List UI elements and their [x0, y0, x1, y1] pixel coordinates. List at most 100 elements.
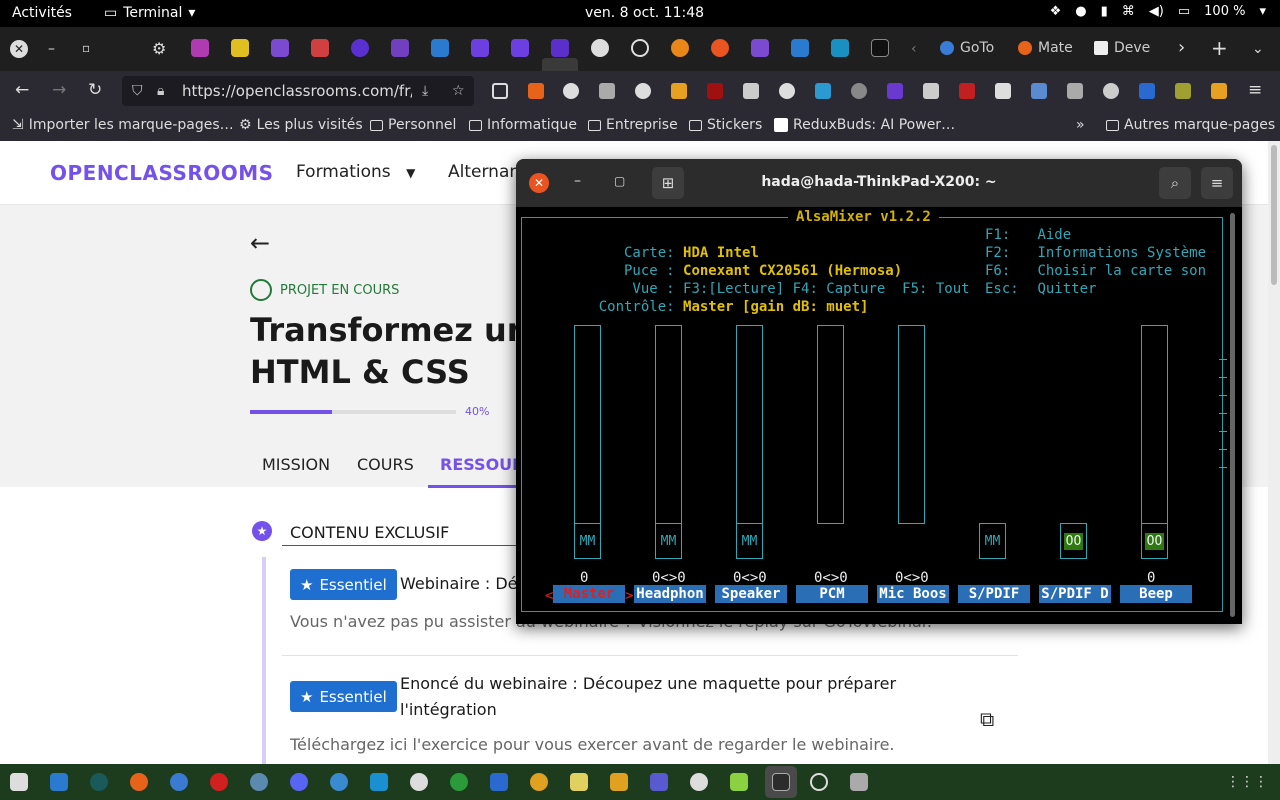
download-page-icon[interactable]: ⤓ — [422, 83, 428, 99]
bookmarks-overflow-icon[interactable]: » — [1076, 117, 1085, 133]
resource-title[interactable]: Enoncé du webinaire : Découpez une maque… — [400, 671, 896, 723]
discord-icon[interactable] — [290, 773, 308, 791]
bookmark-folder-stickers[interactable]: Stickers — [689, 117, 762, 133]
tab-ressources[interactable]: RESSOUR — [440, 455, 525, 474]
tab-mate[interactable]: Mate — [1018, 40, 1073, 56]
pinned-tab-icon[interactable] — [351, 39, 369, 57]
fader-pcm[interactable] — [817, 325, 844, 524]
files-icon[interactable] — [10, 773, 28, 791]
clock[interactable]: ven. 8 oct. 11:48 — [585, 5, 704, 21]
gear-icon[interactable]: ⚙ — [152, 39, 166, 58]
activities-button[interactable]: Activités — [12, 5, 72, 21]
pinned-tab-icon[interactable] — [751, 39, 769, 57]
extension-icon[interactable] — [1211, 83, 1227, 99]
pinned-tab-icon[interactable] — [311, 39, 329, 57]
pinned-tab-icon[interactable] — [271, 39, 289, 57]
app-icon[interactable] — [690, 773, 708, 791]
firefox-icon[interactable] — [130, 773, 148, 791]
ublock-icon[interactable] — [707, 83, 723, 99]
site-logo[interactable]: OPENCLASSROOMS — [50, 161, 274, 185]
tab-cours[interactable]: COURS — [357, 455, 414, 474]
url-bar[interactable]: ⛉ 🔒︎ https://openclassrooms.com/fr/p ⤓ ☆ — [122, 76, 474, 106]
vscode-icon[interactable] — [791, 39, 809, 57]
extension-icon[interactable] — [923, 83, 939, 99]
extension-icon[interactable] — [743, 83, 759, 99]
control-label-speaker[interactable]: Speaker — [715, 585, 787, 603]
print-icon[interactable] — [599, 83, 615, 99]
show-applications-icon[interactable]: ⋮⋮⋮ — [1226, 774, 1268, 790]
app-icon[interactable] — [810, 773, 828, 791]
extension-icon[interactable] — [1175, 83, 1191, 99]
globe-icon[interactable] — [631, 39, 649, 57]
forward-icon[interactable]: → — [52, 80, 66, 100]
bookmark-folder-personnel[interactable]: Personnel — [370, 117, 456, 133]
pinned-tab-icon[interactable] — [431, 39, 449, 57]
shield-icon[interactable]: ⛉ — [132, 83, 143, 99]
minimize-icon[interactable]: – — [48, 41, 55, 57]
extension-icon[interactable] — [1031, 83, 1047, 99]
nav-alternance[interactable]: Alternan — [448, 162, 520, 182]
pinned-tab-icon[interactable] — [191, 39, 209, 57]
extension-icon[interactable] — [995, 83, 1011, 99]
control-label-mic-boost[interactable]: Mic Boos — [877, 585, 949, 603]
control-label-pcm[interactable]: PCM — [796, 585, 868, 603]
extension-icon[interactable] — [959, 83, 975, 99]
back-arrow-icon[interactable]: ← — [250, 229, 270, 257]
app-icon[interactable] — [250, 773, 268, 791]
toggle-indicator[interactable]: OO — [1141, 523, 1168, 559]
battery-icon[interactable]: ▭ — [1178, 4, 1190, 19]
download-icon[interactable] — [528, 83, 544, 99]
chromium-icon[interactable] — [170, 773, 188, 791]
openclassrooms-tab-icon[interactable] — [551, 39, 569, 57]
gear-icon[interactable] — [1103, 83, 1119, 99]
tab-mission[interactable]: MISSION — [262, 455, 330, 474]
app-icon[interactable] — [330, 773, 348, 791]
tab-deve[interactable]: Deve — [1094, 40, 1150, 56]
control-label-headphone[interactable]: Headphon — [634, 585, 706, 603]
toggle-indicator[interactable]: OO — [1060, 523, 1087, 559]
control-label-spdif[interactable]: S/PDIF — [958, 585, 1030, 603]
mute-indicator[interactable]: MM — [979, 523, 1006, 559]
terminal-titlebar[interactable]: ✕ – ▢ ⊞ hada@hada-ThinkPad-X200: ~ ⌕ ≡ — [516, 159, 1242, 207]
close-icon[interactable]: ✕ — [10, 40, 28, 58]
scrollbar-thumb[interactable] — [1271, 145, 1277, 285]
back-icon[interactable]: ← — [15, 80, 29, 100]
bookmark-folder-entreprise[interactable]: Entreprise — [588, 117, 678, 133]
paint-icon[interactable]: ● — [1075, 4, 1086, 19]
extension-icon[interactable] — [635, 83, 651, 99]
app-icon[interactable] — [530, 773, 548, 791]
app-icon[interactable] — [650, 773, 668, 791]
extension-icon[interactable] — [671, 83, 687, 99]
reload-icon[interactable]: ↻ — [88, 80, 102, 100]
dropbox-icon[interactable]: ❖ — [1050, 4, 1062, 19]
fader-mic-boost[interactable] — [898, 325, 925, 524]
app-menu[interactable]: ▭ Terminal ▾ — [104, 5, 195, 21]
skype-icon[interactable] — [370, 773, 388, 791]
pinned-tab-icon[interactable] — [471, 39, 489, 57]
new-tab-icon[interactable]: + — [1211, 36, 1228, 60]
terminal-icon[interactable] — [772, 773, 790, 791]
mute-indicator[interactable]: MM — [574, 523, 601, 559]
extension-icon[interactable] — [1139, 83, 1155, 99]
extension-icon[interactable] — [563, 83, 579, 99]
github-icon[interactable] — [591, 39, 609, 57]
clipboard-icon[interactable]: ▮ — [1101, 4, 1108, 19]
page-scrollbar[interactable] — [1268, 141, 1280, 764]
cloud-icon[interactable] — [851, 83, 867, 99]
bookmark-most-visited[interactable]: ⚙ Les plus visités — [239, 117, 363, 133]
app-icon[interactable] — [90, 773, 108, 791]
wordpress-icon[interactable] — [779, 83, 795, 99]
app-icon[interactable] — [610, 773, 628, 791]
nav-formations[interactable]: Formations ▼ — [296, 162, 415, 182]
pinned-tab-icon[interactable] — [871, 39, 889, 57]
scrollbar-thumb[interactable] — [1230, 213, 1235, 617]
lock-icon[interactable]: 🔒︎ — [157, 83, 164, 99]
terminal-scrollbar[interactable] — [1228, 207, 1236, 624]
chevron-left-icon[interactable]: ‹ — [911, 41, 917, 57]
notes-icon[interactable] — [570, 773, 588, 791]
volume-icon[interactable]: ◀) — [1149, 4, 1164, 19]
ubuntu-icon[interactable] — [711, 39, 729, 57]
zoom-icon[interactable] — [490, 773, 508, 791]
bookmark-folder-informatique[interactable]: Informatique — [469, 117, 577, 133]
video-icon[interactable] — [887, 83, 903, 99]
